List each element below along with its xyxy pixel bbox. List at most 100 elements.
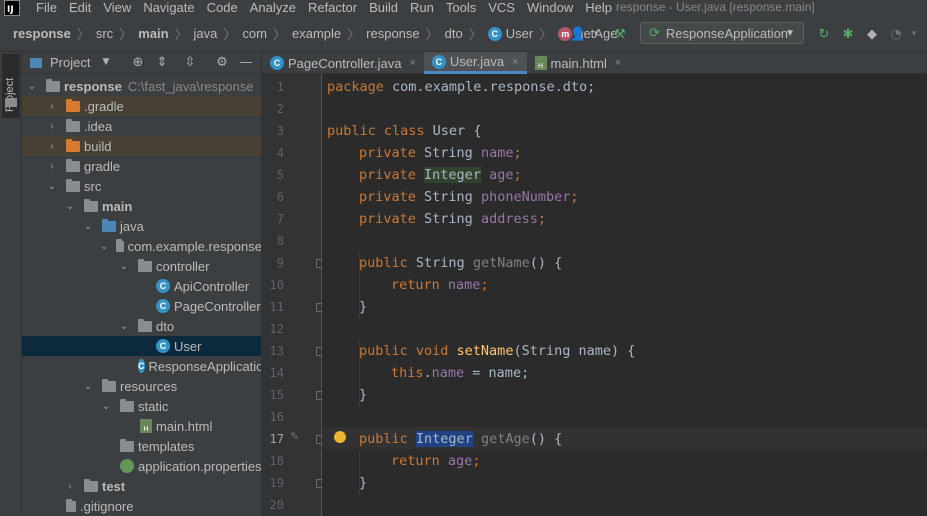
breadcrumb-item[interactable]: com (242, 26, 267, 41)
tree-item[interactable]: ⌄ main (22, 196, 261, 216)
rerun-icon[interactable]: ↻ (816, 26, 832, 42)
menu-navigate[interactable]: Navigate (143, 1, 194, 15)
tree-root[interactable]: ⌄ response C:\fast_java\response (22, 76, 261, 96)
lightbulb-icon[interactable] (334, 431, 346, 443)
tree-item[interactable]: C ResponseApplication (22, 356, 261, 376)
folder-icon (66, 178, 80, 192)
package-icon (138, 318, 152, 332)
chevron-right-icon[interactable]: › (46, 121, 58, 132)
breadcrumb-item[interactable]: java (194, 26, 218, 41)
chevron-down-icon[interactable]: ⌄ (46, 181, 58, 192)
menu-window[interactable]: Window (527, 1, 573, 15)
menu-edit[interactable]: Edit (69, 1, 91, 15)
chevron-down-icon[interactable]: ⌄ (100, 401, 112, 412)
line-number: 3 (276, 124, 284, 138)
tree-item-selected[interactable]: C User (22, 336, 261, 356)
menu-analyze[interactable]: Analyze (250, 1, 296, 15)
tree-item[interactable]: › .gradle (22, 96, 261, 116)
tree-item[interactable]: ⌄ com.example.response (22, 236, 261, 256)
close-icon[interactable]: × (615, 57, 621, 69)
menu-code[interactable]: Code (207, 1, 238, 15)
close-icon[interactable]: × (512, 56, 518, 68)
code-editor[interactable]: package com.example.response.dto; public… (322, 74, 927, 516)
code-line-17: public Integer getAge() { (359, 431, 563, 447)
run-configuration-select[interactable]: ⟳ ResponseApplication ▼ (640, 22, 804, 44)
breadcrumb-item[interactable]: response (366, 26, 419, 41)
tree-item[interactable]: › test (22, 476, 261, 496)
tree-item[interactable]: › build (22, 136, 261, 156)
menu-vcs[interactable]: VCS (488, 1, 515, 15)
breadcrumb-item[interactable]: example (292, 26, 341, 41)
tree-item[interactable]: › gradle (22, 156, 261, 176)
chevron-down-icon[interactable]: ⌄ (82, 221, 94, 232)
chevron-down-icon[interactable]: ⌄ (118, 321, 130, 332)
chevron-right-icon[interactable]: › (46, 141, 58, 152)
chevron-right-icon[interactable]: › (46, 161, 58, 172)
tree-item[interactable]: ⌄ dto (22, 316, 261, 336)
package-icon (116, 238, 124, 252)
chevron-down-icon[interactable]: ⌄ (118, 261, 130, 272)
chevron-down-icon[interactable]: ▾ (588, 26, 604, 42)
menu-refactor[interactable]: Refactor (308, 1, 357, 15)
gear-icon[interactable]: ⚙ (214, 55, 230, 70)
tab-user-java[interactable]: C User.java × (423, 52, 527, 74)
user-icon[interactable]: 👤 (570, 26, 586, 42)
chevron-right-icon[interactable]: › (46, 101, 58, 112)
class-icon: C (156, 279, 170, 293)
chevron-down-icon[interactable]: ⌄ (100, 241, 108, 252)
breadcrumb-item[interactable]: src (96, 26, 113, 41)
debug-bug-icon[interactable]: ✱ (840, 26, 856, 42)
hammer-icon[interactable]: ⚒ (612, 26, 628, 42)
breadcrumb-item[interactable]: response (13, 26, 71, 41)
collapse-all-icon[interactable]: ⇳ (182, 55, 198, 70)
tree-item[interactable]: application.properties (22, 456, 261, 476)
tree-item[interactable]: C ApiController (22, 276, 261, 296)
folder-icon (84, 478, 98, 492)
locate-target-icon[interactable]: ⊕ (130, 55, 146, 70)
menu-tools[interactable]: Tools (446, 1, 476, 15)
class-icon: C (270, 56, 284, 70)
tree-item[interactable]: ⌄ static (22, 396, 261, 416)
spring-class-icon: C (138, 359, 145, 373)
tree-item[interactable]: ⌄ src (22, 176, 261, 196)
chevron-down-icon[interactable]: ⌄ (64, 201, 76, 212)
minimize-icon[interactable]: — (238, 55, 254, 70)
menu-bar: IJ File Edit View Navigate Code Analyze … (0, 0, 927, 16)
chevron-down-icon[interactable]: ⌄ (82, 381, 94, 392)
html-file-icon: H (140, 419, 152, 433)
menu-build[interactable]: Build (369, 1, 398, 15)
chevron-down-icon[interactable]: ⌄ (26, 81, 38, 92)
tree-item[interactable]: C PageController (22, 296, 261, 316)
profiler-icon[interactable]: ◔ (888, 26, 904, 42)
editor-gutter[interactable]: 1 2 3 4 5 6 7 8 9 10 11 12 13 14 15 16 1… (262, 74, 325, 516)
tab-main-html[interactable]: H main.html × (527, 52, 630, 74)
line-number: 4 (276, 146, 284, 160)
project-panel-header: Project ▼ ⊕ ⇕ ⇳ ⚙ — (22, 52, 261, 74)
breadcrumb-item[interactable]: dto (445, 26, 463, 41)
intellij-logo-icon: IJ (4, 0, 20, 16)
tree-item[interactable]: ⌄ resources (22, 376, 261, 396)
breadcrumb-item[interactable]: main (138, 26, 168, 41)
breadcrumb-item-class[interactable]: C User (487, 26, 533, 41)
navigation-bar: response 〉 src 〉 main 〉 java 〉 com 〉 example 〉… (0, 16, 927, 52)
tree-item[interactable]: › .idea (22, 116, 261, 136)
tab-page-controller[interactable]: C PageController.java × (262, 52, 424, 74)
menu-file[interactable]: File (36, 1, 57, 15)
menu-view[interactable]: View (103, 1, 131, 15)
chevron-down-icon[interactable]: ▼ (98, 57, 114, 67)
tree-item[interactable]: templates (22, 436, 261, 456)
menu-help[interactable]: Help (585, 1, 612, 15)
chevron-down-icon[interactable]: ▾ (906, 26, 922, 42)
project-panel-title[interactable]: Project (50, 55, 90, 70)
chevron-right-icon[interactable]: › (64, 481, 76, 492)
tree-item[interactable]: ⌄ java (22, 216, 261, 236)
tree-item[interactable]: ⌄ controller (22, 256, 261, 276)
window-title: response - User.java [response.main] (616, 0, 815, 14)
line-number: 7 (276, 212, 284, 226)
menu-run[interactable]: Run (410, 1, 434, 15)
tree-item[interactable]: .gitignore (22, 496, 261, 516)
tree-item[interactable]: H main.html (22, 416, 261, 436)
run-coverage-icon[interactable]: ◆ (864, 26, 880, 42)
expand-all-icon[interactable]: ⇕ (154, 55, 170, 70)
close-icon[interactable]: × (409, 57, 415, 69)
